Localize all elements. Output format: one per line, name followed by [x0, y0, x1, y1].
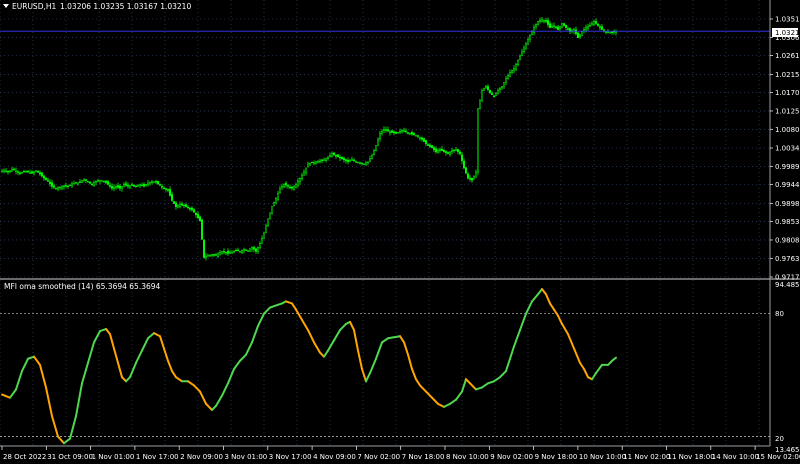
- time-tick-label: 7 Nov 18:00: [402, 453, 445, 461]
- price-tick-label: 1.00800: [775, 126, 800, 134]
- time-tick-label: 15 Nov 02:00: [756, 453, 800, 461]
- candle: [311, 161, 313, 164]
- candle: [201, 218, 203, 240]
- candle: [267, 218, 269, 227]
- ohlc-values: 1.03206 1.03235 1.03167 1.03210: [60, 2, 191, 11]
- price-tick-label: 0.98980: [775, 200, 800, 208]
- candle: [537, 20, 539, 26]
- time-tick-label: 7 Nov 02:00: [357, 453, 400, 461]
- candle: [269, 212, 271, 220]
- candle: [479, 99, 481, 110]
- candle: [375, 145, 377, 152]
- price-tick-label: 1.03510: [775, 16, 800, 24]
- price-tick-label: 1.00340: [775, 145, 800, 153]
- price-tick-label: 0.99440: [775, 181, 800, 189]
- candle: [581, 31, 583, 37]
- price-tick-label: 0.98530: [775, 218, 800, 226]
- candle: [203, 239, 205, 259]
- indicator-scale-top: 94.4856: [775, 281, 800, 289]
- candle: [415, 135, 417, 137]
- time-tick-label: 3 Nov 17:00: [269, 453, 312, 461]
- price-tick-label: 1.02150: [775, 71, 800, 79]
- candle: [101, 180, 103, 182]
- indicator-level-80-label: 80: [775, 310, 784, 318]
- time-tick-label: 1 Nov 17:00: [136, 453, 179, 461]
- time-tick-label: 14 Nov 10:00: [712, 453, 759, 461]
- price-tick-label: 1.01700: [775, 89, 800, 97]
- candle: [239, 250, 241, 253]
- time-tick-label: 9 Nov 02:00: [490, 453, 533, 461]
- candle: [473, 175, 475, 180]
- bid-price-tag-text: 1.03210: [775, 29, 800, 37]
- candle: [431, 145, 433, 149]
- symbol-timeframe: EURUSD,H1: [12, 2, 56, 11]
- time-tick-label: 11 Nov 18:00: [668, 453, 715, 461]
- time-tick-label: 8 Nov 10:00: [446, 453, 489, 461]
- candle: [561, 22, 563, 29]
- price-tick-label: 0.99890: [775, 163, 800, 171]
- chart-canvas[interactable]: 1.035101.030601.026101.021501.017001.012…: [0, 0, 800, 464]
- candle: [481, 88, 483, 103]
- time-tick-label: 4 Nov 09:00: [313, 453, 356, 461]
- price-tick-label: 0.97630: [775, 255, 800, 263]
- candle: [363, 163, 365, 165]
- candle: [423, 137, 425, 142]
- candle: [477, 107, 479, 176]
- chart-background: [0, 0, 800, 464]
- candle: [173, 200, 175, 204]
- time-tick-label: 3 Nov 01:00: [225, 453, 268, 461]
- indicator-title: MFI oma smoothed (14) 65.3694 65.3694: [4, 282, 161, 291]
- bid-price-tag: 1.03210: [772, 28, 800, 37]
- price-tick-label: 1.01250: [775, 107, 800, 115]
- candle: [37, 170, 39, 173]
- time-tick-label: 2 Nov 09:00: [180, 453, 223, 461]
- time-tick-label: 10 Nov 10:00: [579, 453, 626, 461]
- time-tick-label: 1 Nov 01:00: [92, 453, 135, 461]
- candle: [577, 32, 579, 38]
- indicator-level-20-label: 20: [775, 435, 784, 443]
- time-tick-label: 31 Oct 09:00: [47, 453, 93, 461]
- time-tick-label: 9 Nov 18:00: [535, 453, 578, 461]
- time-tick-label: 11 Nov 02:00: [623, 453, 670, 461]
- price-axis: 1.035101.030601.026101.021501.017001.012…: [770, 16, 800, 282]
- mt4-chart-window[interactable]: 1.035101.030601.026101.021501.017001.012…: [0, 0, 800, 464]
- price-tick-label: 1.02610: [775, 52, 800, 60]
- candle: [153, 181, 155, 183]
- main-chart-header: EURUSD,H1 1.03206 1.03235 1.03167 1.0321…: [3, 2, 191, 11]
- time-tick-label: 28 Oct 2022: [3, 453, 46, 461]
- price-tick-label: 0.98080: [775, 236, 800, 244]
